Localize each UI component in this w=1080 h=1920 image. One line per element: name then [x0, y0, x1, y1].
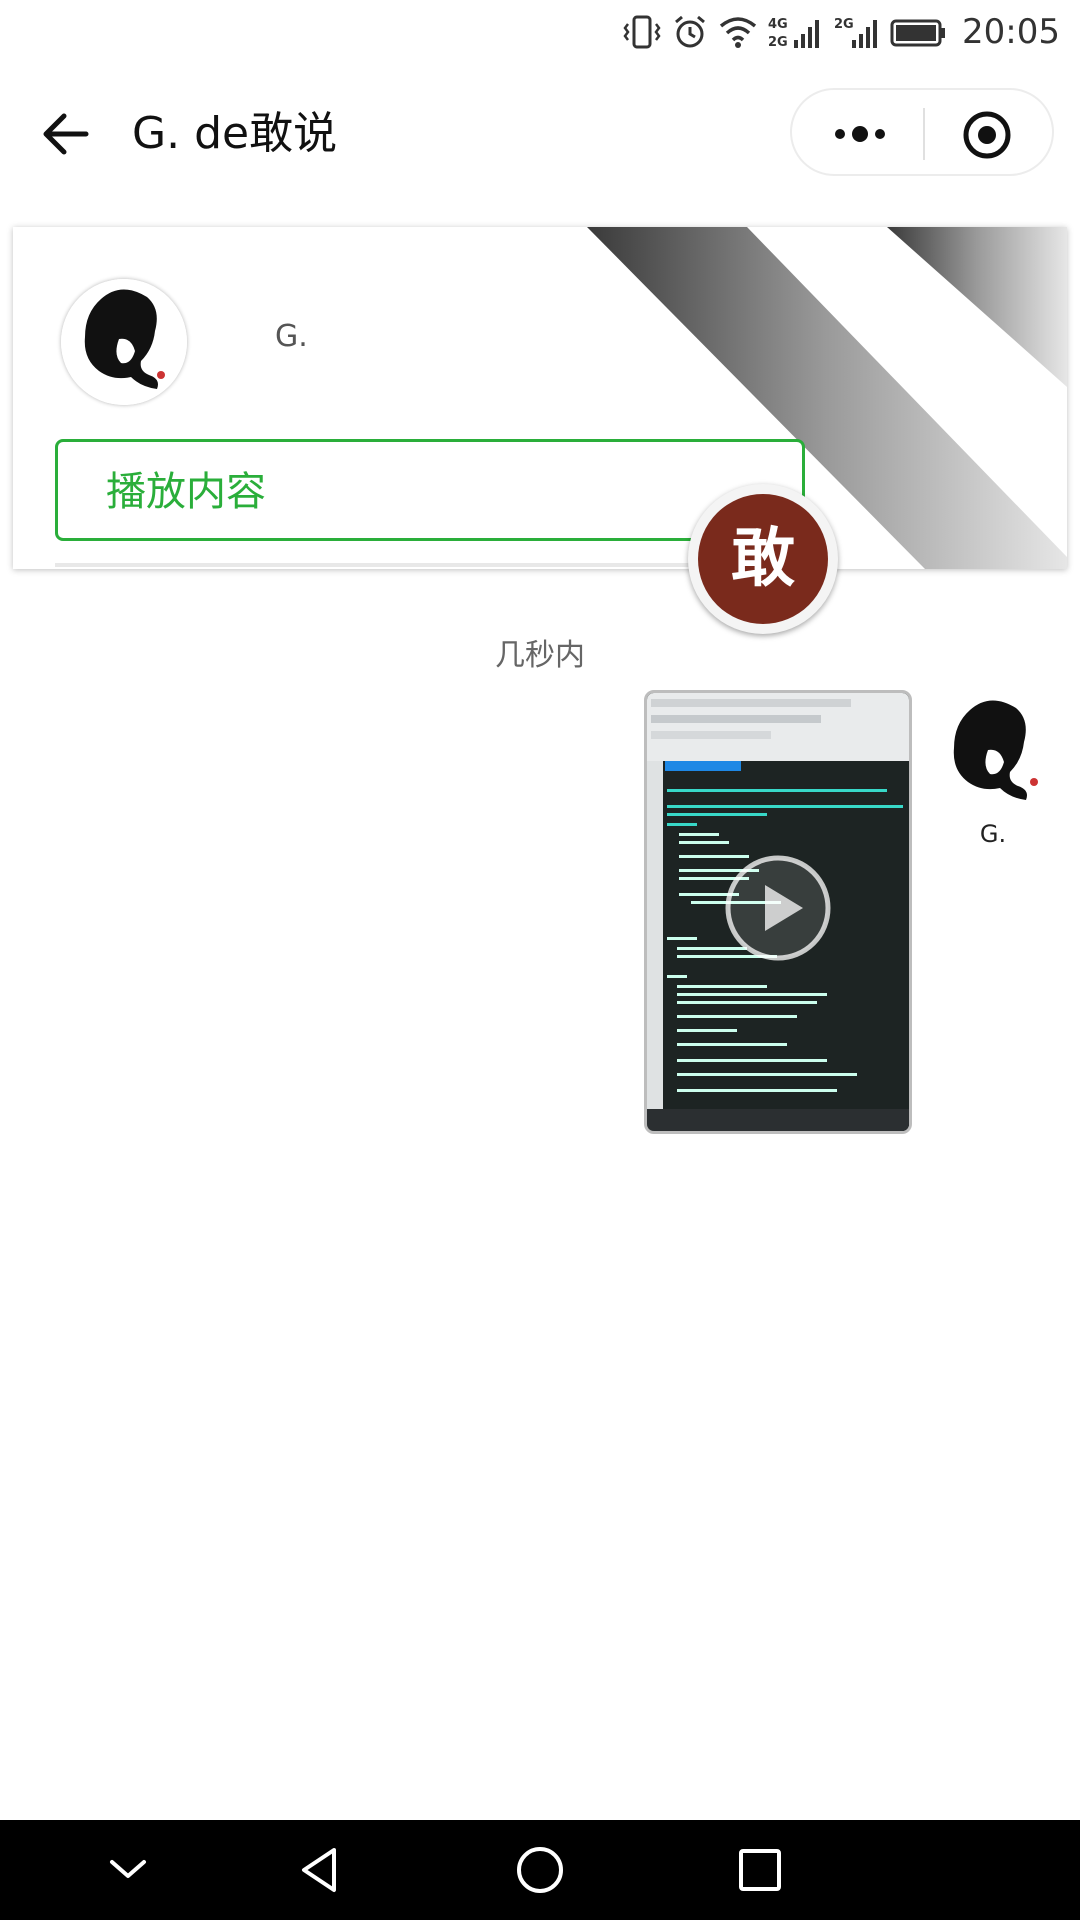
vibrate-icon: [622, 14, 662, 50]
sender-name: G.: [979, 820, 1007, 848]
video-message[interactable]: [644, 690, 912, 1134]
signal-2g-icon: 2G: [834, 14, 880, 50]
message-timestamp: 几秒内: [495, 638, 585, 673]
wifi-icon: [718, 14, 758, 50]
chevron-down-icon[interactable]: [100, 1842, 156, 1898]
svg-text:2G: 2G: [768, 35, 788, 50]
back-triangle-icon[interactable]: [292, 1842, 348, 1898]
status-bar: 4G 2G 2G 20:05: [0, 0, 1080, 64]
page-title: G. de敢说: [132, 108, 338, 159]
profile-card: G. 播放内容: [13, 227, 1067, 569]
more-dots-icon[interactable]: [828, 114, 892, 154]
signal-4g-2g-icon: 4G 2G: [768, 14, 824, 50]
avatar: [61, 279, 187, 405]
capsule-divider: [923, 108, 925, 160]
target-icon[interactable]: [962, 110, 1012, 160]
svg-text:2G: 2G: [834, 17, 854, 32]
home-circle-icon[interactable]: [512, 1842, 568, 1898]
play-icon[interactable]: [723, 853, 833, 963]
system-nav-bar: [0, 1820, 1080, 1920]
svg-text:4G: 4G: [768, 17, 788, 32]
status-icons: 4G 2G 2G 20:05: [622, 12, 1060, 52]
screen: 4G 2G 2G 20:05 G. de敢说 G. 播放内容 敢 几秒内 G.: [0, 0, 1080, 1920]
nav-bar: G. de敢说: [0, 64, 1080, 204]
back-arrow-icon[interactable]: [38, 106, 94, 162]
battery-icon: [890, 14, 948, 50]
play-content-button[interactable]: 播放内容: [55, 439, 805, 541]
sender-avatar[interactable]: [930, 690, 1056, 816]
play-content-label: 播放内容: [106, 469, 266, 515]
alarm-icon: [672, 14, 708, 50]
status-time: 20:05: [962, 12, 1060, 52]
brand-badge-char: 敢: [698, 494, 828, 624]
brand-badge[interactable]: 敢: [688, 484, 838, 634]
profile-name: G.: [275, 319, 308, 354]
mini-program-capsule: [790, 88, 1054, 176]
recents-square-icon[interactable]: [732, 1842, 788, 1898]
